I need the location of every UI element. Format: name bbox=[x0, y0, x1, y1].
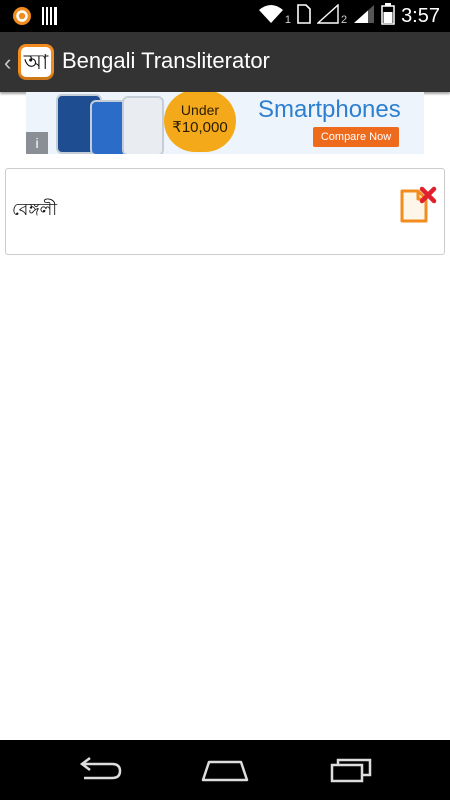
back-arrow-icon bbox=[79, 757, 122, 780]
recent-apps-icon bbox=[330, 758, 372, 783]
clear-text-button[interactable] bbox=[396, 183, 440, 227]
ad-compare-button[interactable]: Compare Now bbox=[313, 127, 399, 147]
status-time: 3:57 bbox=[401, 4, 440, 27]
signal-empty-icon bbox=[316, 2, 339, 29]
sim1-label: 1 bbox=[284, 14, 291, 26]
navigation-bar bbox=[0, 740, 450, 800]
ad-badge-line1: Under bbox=[180, 102, 220, 118]
ad-headline: Smartphones bbox=[258, 96, 401, 123]
ad-phone-image bbox=[122, 96, 164, 154]
clear-document-icon bbox=[400, 186, 437, 223]
ad-banner[interactable]: Under ₹10,000 Smartphones Compare Now i bbox=[26, 92, 424, 154]
app-title: Bengali Transliterator bbox=[62, 48, 270, 73]
recent-apps-button[interactable] bbox=[322, 754, 382, 786]
sim-card-icon bbox=[297, 3, 311, 29]
wifi-icon bbox=[258, 4, 283, 29]
ad-info-icon[interactable]: i bbox=[26, 132, 48, 154]
battery-icon bbox=[381, 2, 395, 30]
ad-badge-line2: ₹10,000 bbox=[172, 119, 228, 136]
home-button[interactable] bbox=[195, 754, 255, 786]
action-bar: ‹ আ Bengali Transliterator bbox=[0, 32, 450, 92]
status-bar: 1 2 3:57 bbox=[0, 0, 450, 32]
app-logo-glyph: আ bbox=[21, 47, 51, 77]
notification-circle-icon bbox=[12, 6, 32, 31]
sim2-label: 2 bbox=[340, 14, 348, 26]
up-chevron-icon[interactable]: ‹ bbox=[4, 50, 11, 76]
barcode-icon bbox=[42, 6, 58, 31]
ad-price-badge: Under ₹10,000 bbox=[164, 92, 236, 152]
input-text[interactable]: বেঙ্গলী bbox=[12, 197, 57, 225]
back-button[interactable] bbox=[70, 754, 130, 786]
home-icon bbox=[201, 760, 249, 782]
signal-icon bbox=[353, 4, 375, 29]
app-logo-icon[interactable]: আ bbox=[18, 44, 54, 80]
transliteration-input[interactable]: বেঙ্গলী bbox=[5, 168, 445, 255]
